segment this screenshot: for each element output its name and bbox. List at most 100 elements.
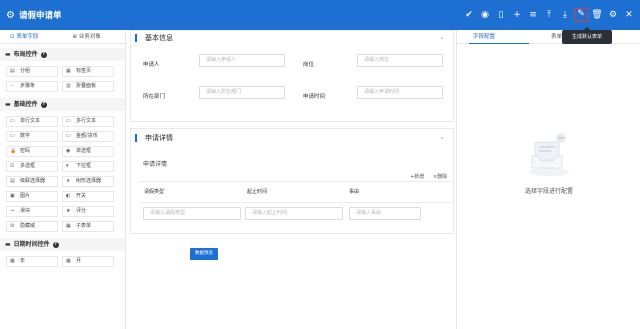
apply-date-input[interactable]: 请输入申请时间 <box>357 86 443 99</box>
chevron-down-icon[interactable]: ⌄ <box>439 133 445 141</box>
component-collapse[interactable]: ▥ 折叠面板 <box>62 81 114 92</box>
component-text[interactable]: ▭ 单行文本 <box>6 116 58 127</box>
component-money[interactable]: ▭ 金额/货币 <box>62 131 114 142</box>
component-label: 分组 <box>20 68 31 74</box>
component-month[interactable]: ▦ 月 <box>62 256 114 267</box>
collapse-panel-icon: ▥ <box>66 83 71 89</box>
component-hidden[interactable]: ⊘ 隐藏域 <box>6 221 58 232</box>
plus-icon[interactable]: + <box>510 8 524 22</box>
component-group[interactable]: ▤ 分组 <box>6 66 58 77</box>
form-canvas: 基本信息 ⌄ 申请人 请输入申请人 岗位 请输入岗位 所在部门 请输入所在部门 … <box>127 30 455 329</box>
toolbar: ✔ ◉ ▯ + ≡ ⤒ ⤓ ✎ 🗑 ⚙ ✕ <box>460 0 636 30</box>
lock-icon: 🔒 <box>10 148 17 154</box>
tree-icon: ⋔ <box>66 178 71 184</box>
apply-date-label: 申请时间 <box>303 94 326 100</box>
component-panel: ⊡ 表单字段 ⊕ 业务对象 ▬ 布局控件 ? ▤ 分组 ▦ 标签页 ⋯ 步骤条 ▥ 折叠… <box>0 30 126 329</box>
leave-type-input[interactable]: 请输入请假类型 <box>143 207 241 220</box>
component-label: 级联选择器 <box>20 178 46 184</box>
component-label: 单行文本 <box>20 118 41 124</box>
tooltip: 生成默认表单 <box>562 27 612 44</box>
section-layout: ▬ 布局控件 ? <box>0 48 125 61</box>
component-checkbox[interactable]: ☑ 多选框 <box>6 161 58 172</box>
top-bar: ⚙ 请假申请单 ✔ ◉ ▯ + ≡ ⤒ ⤓ ✎ 🗑 ⚙ ✕ <box>0 0 640 30</box>
app-title: ⚙ 请假申请单 <box>6 9 62 22</box>
app-title-text: 请假申请单 <box>18 11 62 21</box>
reason-input[interactable]: 请输入事由 <box>349 207 421 220</box>
menu-icon[interactable]: ≡ <box>526 8 540 22</box>
tab-business-objects[interactable]: ⊕ 业务对象 <box>63 30 126 43</box>
upload-icon[interactable]: ⤒ <box>542 8 556 22</box>
time-range-input[interactable]: 请输入起止时间 <box>245 207 343 220</box>
component-subform[interactable]: ▦ 子表单 <box>62 221 114 232</box>
applicant-label: 申请人 <box>143 62 160 68</box>
collapse-icon[interactable]: ▬ <box>5 98 11 111</box>
applicant-input[interactable]: 请输入申请人 <box>199 54 285 67</box>
config-tabs: 字段配置 表单配置 <box>457 30 640 44</box>
download-icon[interactable]: ⤓ <box>558 8 572 22</box>
component-label: 子表单 <box>76 223 92 229</box>
component-number[interactable]: ▭ 数字 <box>6 131 58 142</box>
left-tabs: ⊡ 表单字段 ⊕ 业务对象 <box>0 30 125 44</box>
eye-icon[interactable]: ◉ <box>478 8 492 22</box>
check-icon[interactable]: ✔ <box>462 8 476 22</box>
component-year[interactable]: ▦ 年 <box>6 256 58 267</box>
component-label: 多行文本 <box>76 118 97 124</box>
subtable-title: 申请详情 <box>143 161 168 168</box>
department-label: 所在部门 <box>143 94 166 100</box>
delete-row-button[interactable]: ×删除 <box>433 173 447 180</box>
wrench-icon[interactable]: ✎ <box>574 8 588 22</box>
component-label: 步骤条 <box>20 83 36 89</box>
column-header: 请假类型 <box>144 189 165 195</box>
data-preview-button[interactable]: 数据预览 <box>190 248 218 260</box>
component-radio[interactable]: ◉ 单选框 <box>62 146 114 157</box>
detail-block[interactable]: 申请详情 ⌄ 申请详情 +新增 ×删除 请假类型 起止时间 事由 请输入请假类型… <box>130 128 454 234</box>
section-basic: ▬ 基础控件 ? <box>0 98 125 111</box>
collapse-icon[interactable]: ▬ <box>5 238 11 251</box>
empty-message: 选择字段进行配置 <box>524 188 573 195</box>
component-tree-select[interactable]: ⋔ 树形选择器 <box>62 176 114 187</box>
empty-state: 选择字段进行配置 <box>457 130 640 195</box>
component-switch[interactable]: ◐ 开关 <box>62 191 114 202</box>
help-icon: ? <box>52 241 59 248</box>
position-input[interactable]: 请输入岗位 <box>357 54 443 67</box>
component-label: 标签页 <box>76 68 92 74</box>
component-tabs[interactable]: ▦ 标签页 <box>62 66 114 77</box>
chevron-down-icon[interactable]: ⌄ <box>439 33 445 41</box>
basic-info-title: 基本信息 <box>145 33 173 42</box>
config-panel: 字段配置 表单配置 选择字段进行配置 <box>456 30 640 329</box>
tab-form-fields[interactable]: ⊡ 表单字段 <box>0 30 63 43</box>
text-icon: ▭ <box>10 118 15 124</box>
column-header: 起止时间 <box>247 189 268 195</box>
basic-info-block[interactable]: 基本信息 ⌄ 申请人 请输入申请人 岗位 请输入岗位 所在部门 请输入所在部门 … <box>130 30 454 122</box>
component-label: 年 <box>20 258 26 264</box>
collapse-icon[interactable]: ▬ <box>5 48 11 61</box>
trash-icon[interactable]: 🗑 <box>590 8 604 22</box>
cascader-icon: ▤ <box>10 178 15 184</box>
detail-header: 申请详情 ⌄ <box>131 131 453 144</box>
department-input[interactable]: 请输入所在部门 <box>199 86 285 99</box>
component-steps[interactable]: ⋯ 步骤条 <box>6 81 58 92</box>
add-row-button[interactable]: +新增 <box>410 173 424 180</box>
tabs-icon: ▦ <box>66 68 71 74</box>
component-image[interactable]: ▣ 图片 <box>6 191 58 202</box>
component-select[interactable]: ▾ 下拉框 <box>62 161 114 172</box>
calendar-icon: ▦ <box>10 258 15 264</box>
image-icon: ▣ <box>10 193 15 199</box>
component-slider[interactable]: ⊸ 滑块 <box>6 206 58 217</box>
tab-field-config[interactable]: 字段配置 <box>473 30 495 43</box>
component-label: 密码 <box>20 148 31 154</box>
component-textarea[interactable]: ▭ 多行文本 <box>62 116 114 127</box>
section-bar <box>135 133 137 142</box>
settings-icon[interactable]: ⚙ <box>606 8 620 22</box>
checkbox-icon: ☑ <box>10 163 15 169</box>
mobile-icon[interactable]: ▯ <box>494 8 508 22</box>
component-label: 滑块 <box>20 208 31 214</box>
component-rate[interactable]: ★ 评分 <box>62 206 114 217</box>
component-label: 评分 <box>76 208 87 214</box>
component-password[interactable]: 🔒 密码 <box>6 146 58 157</box>
component-cascader[interactable]: ▤ 级联选择器 <box>6 176 58 187</box>
switch-icon: ◐ <box>66 193 71 199</box>
help-icon: ? <box>40 101 47 108</box>
calendar-icon: ▦ <box>66 258 71 264</box>
close-icon[interactable]: ✕ <box>622 8 636 22</box>
